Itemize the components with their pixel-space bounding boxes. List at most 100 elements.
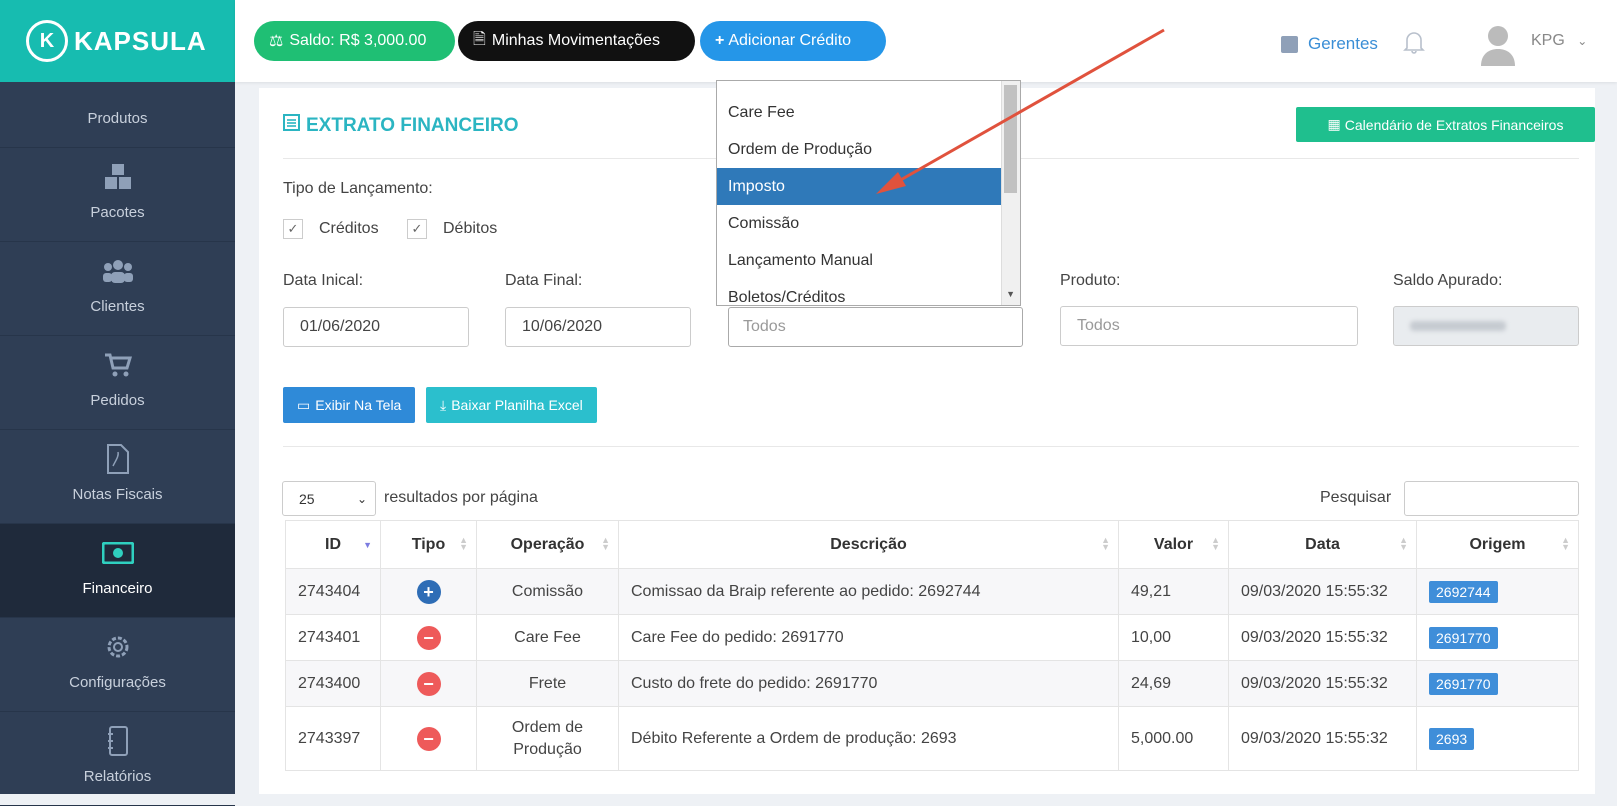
dropdown-option-ordem-producao[interactable]: Ordem de Produção [717,131,1020,168]
minhas-movimentacoes-button[interactable]: 🗎 Minhas Movimentações [458,21,695,61]
th-descricao[interactable]: Descrição ▲ ▼ [618,520,1119,569]
pdf-file-icon [101,444,135,474]
baixar-excel-button[interactable]: ⤓ Baixar Planilha Excel [426,387,597,423]
sidebar-item-financeiro[interactable]: Financeiro [0,524,235,618]
scrollbar-thumb[interactable] [1004,85,1017,193]
cell-origem: 2691770 [1416,660,1579,707]
cart-icon [101,350,135,380]
gerentes-link[interactable]: Gerentes [1281,34,1378,54]
gear-icon [101,632,135,662]
adicionar-credito-button[interactable]: + Adicionar Crédito [700,21,886,61]
cell-valor: 5,000.00 [1118,706,1229,771]
saldo-apurado-label: Saldo Apurado: [1393,272,1503,289]
sidebar-item-configuracoes[interactable]: Configurações [0,618,235,712]
data-final-input[interactable]: 10/06/2020 [505,307,691,347]
document-icon: 🗎 [473,30,486,48]
cell-operacao: Ordem de Produção [476,706,619,771]
cell-tipo: − [380,660,477,707]
cell-origem: 2693 [1416,706,1579,771]
cell-descricao: Care Fee do pedido: 2691770 [618,614,1119,661]
calendario-label: Calendário de Extratos Financeiros [1344,116,1564,133]
sort-icon: ▲ ▼ [601,535,610,552]
notebook-icon [101,726,135,756]
sidebar-item-produtos[interactable]: Produtos [0,82,235,148]
origem-badge[interactable]: 2691770 [1429,672,1498,695]
adicionar-label: Adicionar Crédito [728,32,852,49]
cell-data: 09/03/2020 15:55:32 [1228,568,1417,615]
users-icon [101,256,135,286]
sort-desc-icon: ▼ [363,540,372,550]
divider [283,446,1579,447]
plus-icon: + [715,32,725,49]
bell-icon[interactable] [1403,30,1425,59]
cell-valor: 24,69 [1118,660,1229,707]
sidebar-item-pacotes[interactable]: Pacotes [0,148,235,242]
sidebar: K KAPSULA Produtos Pacotes Clientes Pedi… [0,0,235,806]
dropdown-option-lancamento-manual[interactable]: Lançamento Manual [717,242,1020,279]
brand[interactable]: K KAPSULA [0,0,235,82]
th-data[interactable]: Data ▲ ▼ [1228,520,1417,569]
dropdown-option-boletos-creditos[interactable]: Boletos/Créditos [717,279,1020,306]
sidebar-item-label: Pacotes [90,204,145,221]
dropdown-option-frete[interactable]: Frete [717,81,1020,94]
th-valor[interactable]: Valor ▲ ▼ [1118,520,1229,569]
produto-select[interactable]: Todos [1060,306,1358,346]
origem-badge[interactable]: 2693 [1429,727,1475,750]
extrato-table: ID ▼ Tipo ▲ ▼ Operação ▲ ▼ Descrição ▲ ▼ Valor ▲… [285,520,1579,771]
scroll-down-icon[interactable]: ▼ [1006,289,1015,299]
produto-label: Produto: [1060,272,1121,289]
saldo-button[interactable]: ⚖ Saldo: R$ 3,000.00 [254,21,455,61]
sidebar-item-label: Clientes [90,298,145,315]
cell-operacao: Care Fee [476,614,619,661]
th-tipo[interactable]: Tipo ▲ ▼ [380,520,477,569]
sidebar-item-label: Configurações [69,674,166,691]
user-menu[interactable]: KPG ⌄ [1531,32,1587,50]
dropdown-option-comissao[interactable]: Comissão [717,205,1020,242]
sidebar-item-relatorios[interactable]: Relatórios [0,712,235,806]
calendar-icon: ▦ [1327,116,1341,132]
data-inicial-input[interactable]: 01/06/2020 [283,307,469,347]
search-label: Pesquisar [1320,489,1392,506]
gerentes-label: Gerentes [1308,34,1378,53]
sort-icon: ▲ ▼ [1101,535,1110,552]
per-page-select[interactable]: 25 ⌄ [282,481,376,516]
saldo-label: Saldo: R$ 3,000.00 [289,32,427,49]
th-id[interactable]: ID ▼ [285,520,381,569]
dropdown-scrollbar[interactable]: ▼ [1001,81,1020,305]
dropdown-option-imposto[interactable]: Imposto [717,168,1020,205]
debitos-checkbox[interactable]: ✓ [407,219,427,239]
avatar[interactable] [1478,22,1518,66]
exibir-na-tela-button[interactable]: ▭ Exibir Na Tela [283,387,416,423]
per-page-label: resultados por página [384,489,538,506]
money-icon [101,538,135,568]
th-operacao[interactable]: Operação ▲ ▼ [476,520,619,569]
sidebar-item-label: Produtos [87,110,148,127]
creditos-checkbox[interactable]: ✓ [283,219,303,239]
search-input[interactable] [1404,481,1579,516]
download-icon: ⤓ [440,396,447,413]
sidebar-item-notas-fiscais[interactable]: Notas Fiscais [0,430,235,524]
cell-id: 2743400 [285,660,381,707]
brand-name: KAPSULA [74,25,207,56]
operacao-dropdown-list[interactable]: Frete Care Fee Ordem de Produção Imposto… [716,80,1021,306]
cell-id: 2743397 [285,706,381,771]
th-origem[interactable]: Origem ▲ ▼ [1416,520,1579,569]
sidebar-item-label: Relatórios [83,768,152,785]
cell-data: 09/03/2020 15:55:32 [1228,660,1417,707]
plus-circle-icon: + [416,579,441,604]
minus-circle-icon: − [416,625,441,650]
sort-icon: ▲ ▼ [459,535,468,552]
calendario-button[interactable]: ▦ Calendário de Extratos Financeiros [1296,107,1595,142]
operacao-select[interactable]: Todos [728,307,1023,347]
cell-descricao: Custo do frete do pedido: 2691770 [618,660,1119,707]
origem-badge[interactable]: 2692744 [1429,580,1498,603]
sidebar-item-pedidos[interactable]: Pedidos [0,336,235,430]
cell-operacao: Frete [476,660,619,707]
table-row: 2743404 + Comissão Comissao da Braip ref… [285,568,1579,615]
origem-badge[interactable]: 2691770 [1429,626,1498,649]
creditos-label: Créditos [319,220,379,237]
dropdown-option-care-fee[interactable]: Care Fee [717,94,1020,131]
saldo-apurado-field [1393,306,1579,346]
table-row: 2743400 − Frete Custo do frete do pedido… [285,660,1579,707]
sidebar-item-clientes[interactable]: Clientes [0,242,235,336]
